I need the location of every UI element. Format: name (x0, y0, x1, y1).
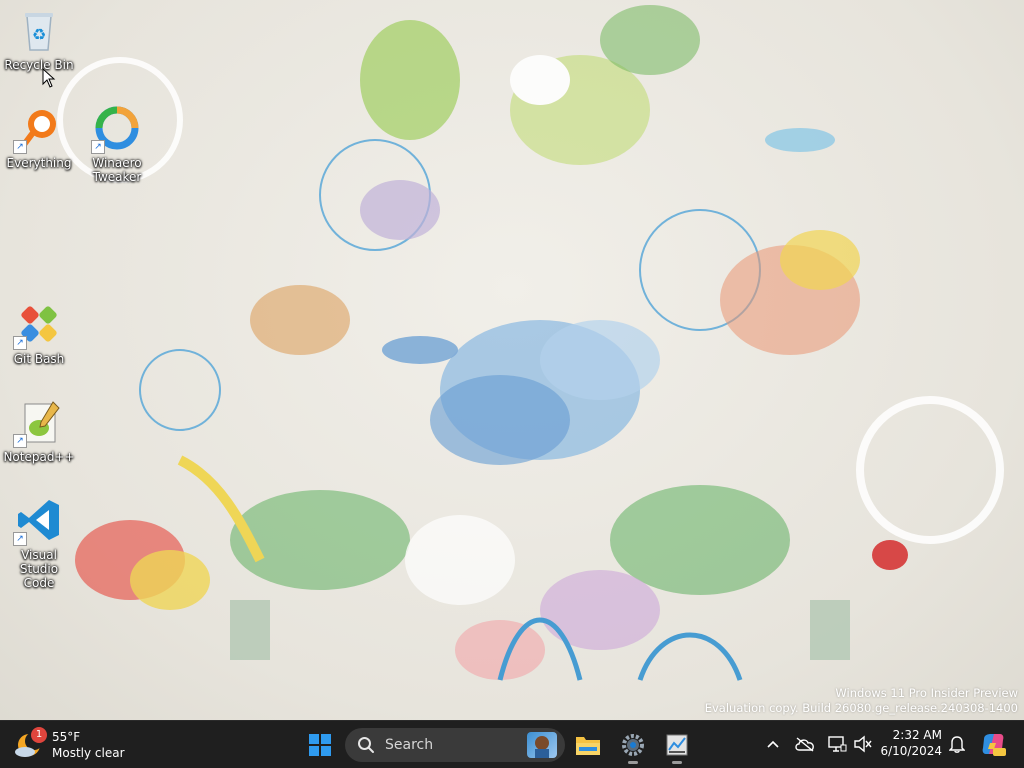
desktop-icon-label: Everything (6, 156, 72, 170)
start-button[interactable] (300, 725, 340, 765)
desktop-icon-notepad-plus-plus[interactable]: ↗ Notepad++ (1, 398, 77, 464)
task-manager-icon (666, 734, 688, 756)
notepad-plus-plus-icon: ↗ (13, 398, 63, 448)
clock-date: 6/10/2024 (880, 744, 942, 758)
watermark-line1: Windows 11 Pro Insider Preview (835, 686, 1018, 700)
desktop[interactable]: ♻ Recycle Bin ↗ Everything ↗ Winaero Twe… (0, 0, 1024, 720)
search-box[interactable]: Search (345, 728, 565, 762)
desktop-icon-label: Visual Studio Code (19, 548, 59, 590)
show-hidden-icons-button[interactable] (762, 733, 784, 755)
onedrive-offline-icon (795, 737, 814, 752)
shortcut-arrow-icon: ↗ (13, 434, 27, 448)
copilot-icon (982, 734, 1006, 756)
desktop-icon-vscode[interactable]: ↗ Visual Studio Code (1, 496, 77, 590)
weather-moon-icon: 1 (14, 727, 47, 760)
taskbar-app-file-explorer[interactable] (568, 725, 608, 765)
taskbar-app-task-manager[interactable] (657, 725, 697, 765)
weather-temperature: 55°F (52, 730, 81, 744)
desktop-icon-recycle-bin[interactable]: ♻ Recycle Bin (1, 6, 77, 72)
clock-time: 2:32 AM (892, 728, 942, 742)
volume-muted-icon (854, 735, 872, 753)
settings-icon (622, 734, 644, 756)
desktop-icon-winaero-tweaker[interactable]: ↗ Winaero Tweaker (79, 104, 155, 184)
search-highlight-icon (527, 732, 557, 758)
network-icon (828, 736, 847, 752)
start-icon (309, 734, 331, 756)
desktop-icon-label: Winaero Tweaker (92, 156, 142, 184)
running-indicator (672, 761, 682, 764)
weather-condition: Mostly clear (52, 746, 125, 760)
desktop-icon-label: Git Bash (13, 352, 65, 366)
shortcut-arrow-icon: ↗ (91, 140, 105, 154)
file-explorer-icon (576, 737, 600, 755)
desktop-icon-label: Recycle Bin (4, 58, 74, 72)
notifications-button[interactable] (946, 733, 968, 755)
volume-control[interactable] (852, 733, 874, 755)
watermark-line2: Evaluation copy. Build 26080.ge_release.… (704, 701, 1018, 715)
desktop-icon-label: Notepad++ (3, 450, 75, 464)
copilot-button[interactable] (980, 731, 1006, 757)
shortcut-arrow-icon: ↗ (13, 336, 27, 350)
shortcut-arrow-icon: ↗ (13, 140, 27, 154)
bell-icon (949, 736, 965, 753)
system-clock[interactable]: 2:32 AM 6/10/2024 (880, 727, 942, 759)
winaero-tweaker-icon: ↗ (91, 104, 141, 154)
mouse-cursor-icon (42, 68, 56, 88)
recycle-bin-icon: ♻ (15, 6, 63, 54)
network-status[interactable] (826, 733, 848, 755)
chevron-up-icon (767, 740, 779, 748)
running-indicator (628, 761, 638, 764)
desktop-icon-git-bash[interactable]: ↗ Git Bash (1, 300, 77, 366)
search-icon (358, 737, 374, 753)
taskbar: 1 55°F Mostly clear Search 2:32 AM 6/10/… (0, 720, 1024, 768)
onedrive-status[interactable] (794, 733, 816, 755)
everything-search-icon: ↗ (13, 104, 63, 154)
weather-widget[interactable]: 1 55°F Mostly clear (14, 725, 125, 765)
git-bash-icon: ↗ (13, 300, 63, 350)
vscode-icon: ↗ (13, 496, 63, 546)
svg-text:♻: ♻ (32, 25, 46, 44)
shortcut-arrow-icon: ↗ (13, 532, 27, 546)
search-label: Search (385, 737, 434, 753)
taskbar-app-settings[interactable] (613, 725, 653, 765)
desktop-icon-everything[interactable]: ↗ Everything (1, 104, 77, 170)
weather-badge: 1 (31, 727, 47, 743)
